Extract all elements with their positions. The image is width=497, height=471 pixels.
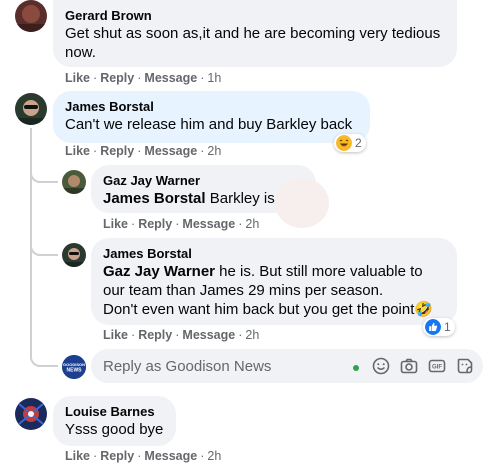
separator: · (200, 449, 205, 463)
svg-text:GIF: GIF (432, 365, 442, 371)
reply-button[interactable]: Reply (100, 449, 134, 463)
thread-connector (30, 349, 58, 367)
comment-actions: Like · Reply · Message · 2h (103, 216, 259, 232)
comment-time[interactable]: 2h (245, 328, 259, 342)
separator: · (131, 328, 136, 342)
haha-icon (336, 135, 352, 151)
separator: · (200, 71, 205, 85)
separator: · (93, 449, 98, 463)
comment-actions: Like · Reply · Message · 2h (65, 143, 221, 159)
comment-author[interactable]: Louise Barnes (65, 403, 164, 420)
like-button[interactable]: Like (65, 71, 90, 85)
reply-button[interactable]: Reply (138, 328, 172, 342)
comment-bubble: James Borstal Can't we release him and b… (53, 91, 370, 143)
thread-connector (30, 238, 58, 256)
thread-connector (30, 165, 58, 183)
message-button[interactable]: Message (144, 144, 197, 158)
reply-button[interactable]: Reply (100, 71, 134, 85)
reply-composer[interactable]: GIF (91, 349, 483, 383)
comment-time[interactable]: 2h (207, 449, 221, 463)
like-button[interactable]: Like (103, 217, 128, 231)
avatar-louise-barnes[interactable] (15, 398, 47, 430)
avatar-james-borstal[interactable] (62, 243, 86, 267)
comment-author[interactable]: Gaz Jay Warner (103, 172, 304, 189)
svg-text:NEWS: NEWS (67, 368, 83, 374)
reaction-count: 1 (444, 320, 451, 334)
message-button[interactable]: Message (144, 71, 197, 85)
like-button[interactable]: Like (65, 144, 90, 158)
reply-bubble: James Borstal Gaz Jay Warner he is. But … (91, 238, 457, 325)
comment-text-line: Gaz Jay Warner he is. But still more val… (103, 262, 445, 300)
like-button[interactable]: Like (103, 328, 128, 342)
separator: · (238, 328, 243, 342)
comment-text: Barkley is (209, 190, 275, 207)
comment-text: Get shut as soon as,it and he are becomi… (65, 25, 441, 61)
loading-placeholder (275, 178, 329, 228)
reaction-count: 2 (355, 136, 362, 150)
separator: · (137, 144, 142, 158)
separator: · (175, 217, 180, 231)
separator: · (238, 217, 243, 231)
sticker-icon[interactable] (455, 356, 475, 376)
camera-icon[interactable] (399, 356, 419, 376)
comment-text: Ysss good bye (65, 421, 164, 438)
avatar-goodison-news: GOODISON NEWS (62, 355, 86, 379)
comment-actions: Like · Reply · Message · 2h (65, 448, 221, 464)
comment-author[interactable]: Gerard Brown (65, 7, 445, 24)
separator: · (175, 328, 180, 342)
comment-actions: Like · Reply · Message · 2h (103, 327, 259, 343)
separator: · (137, 71, 142, 85)
like-icon (425, 319, 441, 335)
comment-text-line2: Don't even want him back but you get the… (103, 301, 434, 318)
avatar-gaz-jay-warner[interactable] (62, 170, 86, 194)
comment-bubble: Louise Barnes Ysss good bye (53, 396, 176, 446)
comment-author[interactable]: James Borstal (65, 98, 358, 115)
separator: · (131, 217, 136, 231)
comment-author[interactable]: James Borstal (103, 245, 445, 262)
reply-input[interactable] (103, 349, 333, 383)
comment-time[interactable]: 2h (207, 144, 221, 158)
separator: · (93, 144, 98, 158)
avatar-james-borstal[interactable] (15, 93, 47, 125)
separator: · (93, 71, 98, 85)
reaction-summary[interactable]: 1 (423, 318, 455, 336)
reply-button[interactable]: Reply (100, 144, 134, 158)
comment-actions: Like · Reply · Message · 1h (65, 70, 221, 86)
svg-text:GOODISON: GOODISON (63, 362, 85, 367)
separator: · (137, 449, 142, 463)
like-button[interactable]: Like (65, 449, 90, 463)
comment-text-line: James Borstal Barkley is (103, 189, 304, 208)
avatar-gerard-brown[interactable] (15, 0, 47, 32)
comment-bubble: Gerard Brown Get shut as soon as,it and … (53, 0, 457, 67)
reply-button[interactable]: Reply (138, 217, 172, 231)
separator: · (200, 144, 205, 158)
online-indicator (353, 365, 359, 371)
message-button[interactable]: Message (182, 217, 235, 231)
mention-link[interactable]: Gaz Jay Warner (103, 263, 215, 280)
comment-text: Can't we release him and buy Barkley bac… (65, 116, 353, 133)
reaction-summary[interactable]: 2 (334, 134, 366, 152)
gif-icon[interactable]: GIF (427, 356, 447, 376)
emoji-icon[interactable] (371, 356, 391, 376)
comment-time[interactable]: 1h (207, 71, 221, 85)
message-button[interactable]: Message (182, 328, 235, 342)
mention-link[interactable]: James Borstal (103, 190, 206, 207)
message-button[interactable]: Message (144, 449, 197, 463)
comment-time[interactable]: 2h (245, 217, 259, 231)
